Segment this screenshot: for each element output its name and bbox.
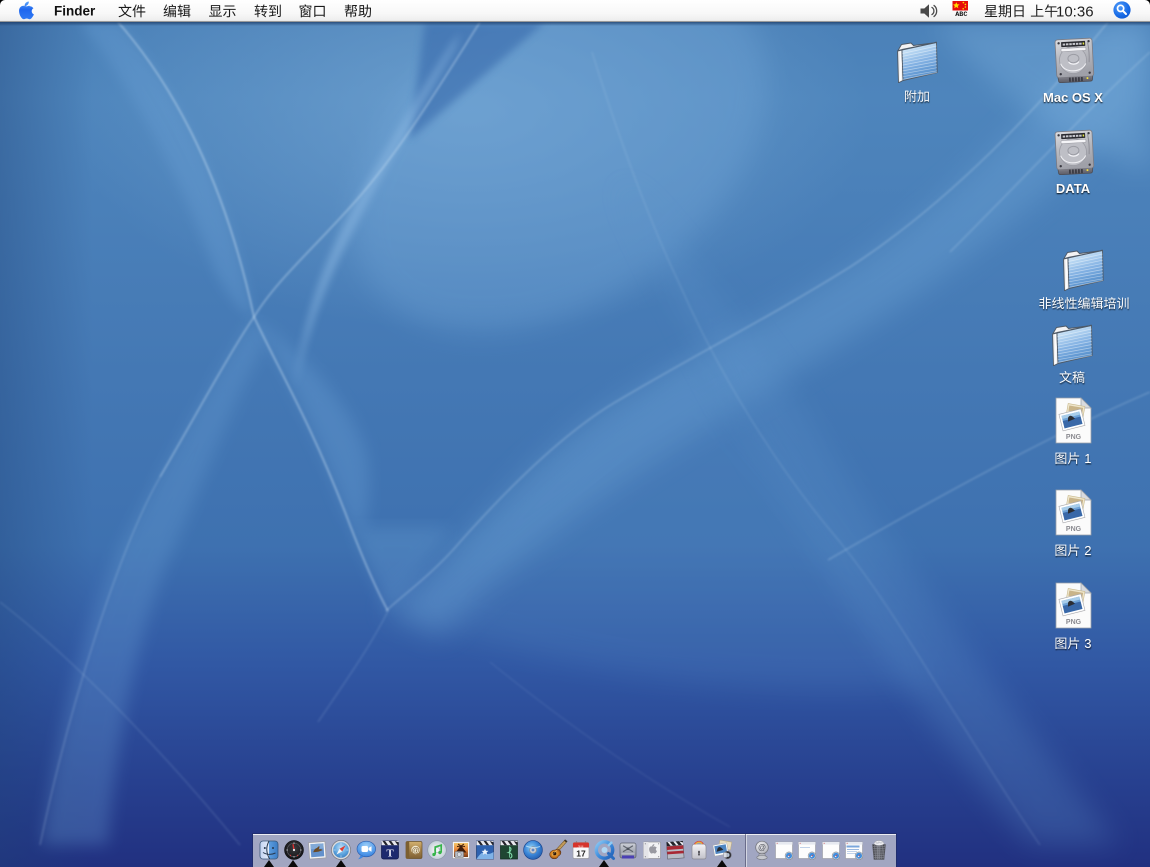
svg-text:T: T	[386, 848, 394, 860]
svg-text:PNG: PNG	[1066, 526, 1082, 533]
svg-text:17: 17	[576, 849, 586, 859]
svg-text:2: 2	[1084, 543, 1091, 558]
svg-text:1: 1	[1084, 451, 1091, 466]
svg-text:10:36: 10:36	[1056, 3, 1094, 20]
svg-text:Finder: Finder	[54, 4, 96, 19]
svg-text:ABC: ABC	[955, 11, 967, 19]
svg-text:3: 3	[1084, 636, 1091, 651]
svg-text:PNG: PNG	[1066, 619, 1082, 626]
svg-text:PNG: PNG	[1066, 434, 1082, 441]
svg-text:@: @	[758, 843, 766, 852]
svg-text:@: @	[411, 846, 419, 855]
